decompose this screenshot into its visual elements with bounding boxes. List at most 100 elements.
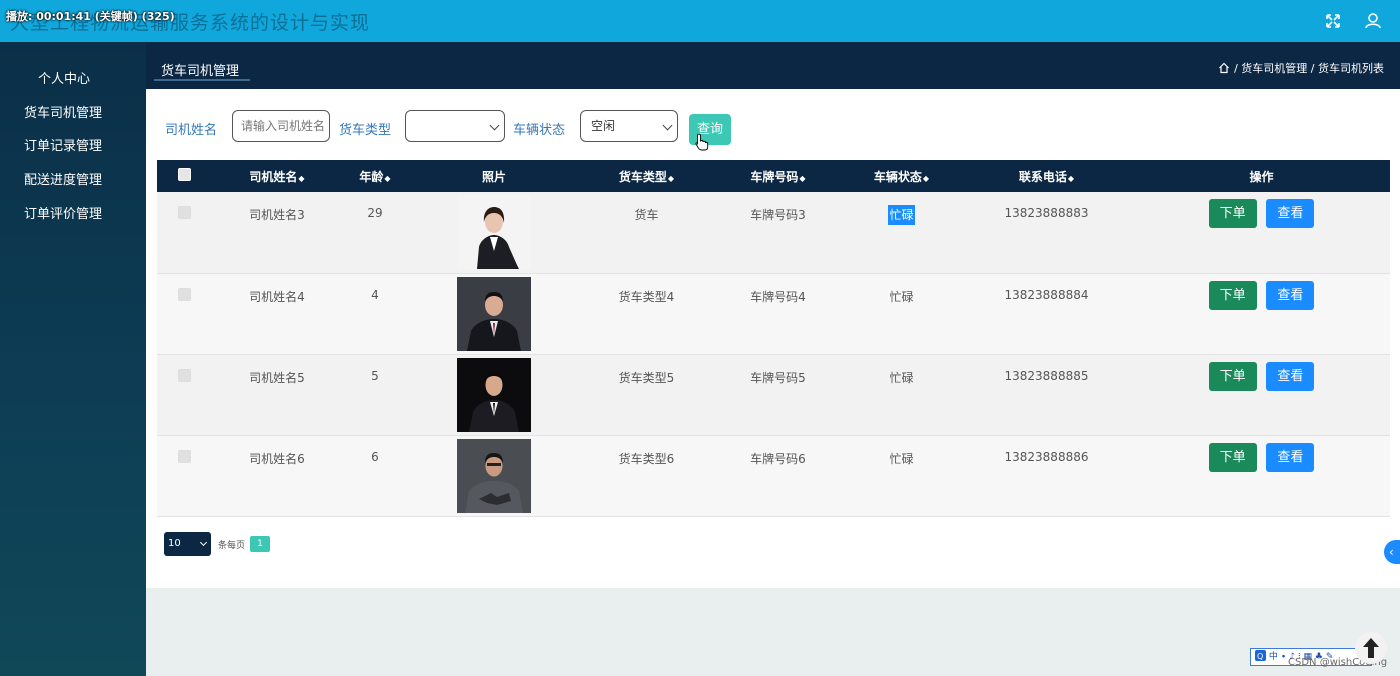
table-header-row: 司机姓名◆ 年龄◆ 照片 货车类型◆ 车牌号码◆ 车辆状态◆ 联系电话◆ 操作 [157,160,1390,192]
plate-cell: 车牌号码3 [713,192,843,274]
svg-text:Q: Q [1257,652,1263,661]
driver-name-cell: 司机姓名5 [212,354,342,436]
sidebar-item-label: 配送进度管理 [24,173,103,188]
chevron-down-icon [199,538,208,547]
page-button-current[interactable]: 1 [250,536,270,552]
status-cell: 忙碌 [843,192,960,274]
driver-name-cell: 司机姓名3 [212,192,342,274]
column-header[interactable]: 联系电话◆ [960,160,1133,192]
sidebar-item-label: 订单记录管理 [24,139,103,154]
table-row: 司机姓名3 29 货车 车牌号码3 忙碌 13823888883 下单 查看 [157,192,1390,274]
main-content: 司机姓名 请输入司机姓名 货车类型 车辆状态 空闲 查询 司机姓名◆ 年龄◆ 照… [146,89,1400,588]
driver-name-cell: 司机姓名6 [212,435,342,517]
fullscreen-icon[interactable] [1322,10,1344,32]
driver-photo [457,438,531,513]
row-checkbox[interactable] [178,287,191,301]
sidebar: 个人中心 货车司机管理 订单记录管理 配送进度管理 订单评价管理 [0,42,146,676]
per-page-label: 条每页 [218,541,246,551]
chevron-left-icon: ‹ [1389,545,1394,559]
tab-active-indicator [154,79,250,81]
sort-icon[interactable]: ◆ [923,174,929,183]
row-checkbox[interactable] [178,368,191,382]
column-header[interactable]: 司机姓名◆ [212,160,342,192]
truck-type-label: 货车类型 [339,123,392,138]
tab-driver-management[interactable]: 货车司机管理 [161,60,239,79]
home-icon[interactable] [1218,62,1230,74]
status-cell: 忙碌 [843,354,960,436]
row-checkbox[interactable] [178,449,191,463]
driver-photo [457,276,531,351]
view-button[interactable]: 查看 [1266,199,1315,228]
chevron-down-icon [662,120,673,131]
phone-cell: 13823888883 [960,192,1133,274]
vehicle-status-select[interactable]: 空闲 [580,110,678,142]
truck-type-select[interactable] [405,110,505,142]
select-all-checkbox[interactable] [178,168,191,181]
content-header: 货车司机管理 / 货车司机管理 / 货车司机列表 [146,42,1400,89]
truck-type-cell: 货车类型6 [580,435,713,517]
top-bar: 大型工程物流运输服务系统的设计与实现 播放: 00:01:41 (关键帧) (3… [0,0,1400,42]
phone-cell: 13823888884 [960,273,1133,355]
view-button[interactable]: 查看 [1266,442,1315,472]
age-cell: 5 [342,354,408,436]
order-button[interactable]: 下单 [1208,442,1257,472]
breadcrumb: / 货车司机管理 / 货车司机列表 [1218,60,1384,76]
table-row: 司机姓名5 5 货车类型5 车牌号码5 忙碌 13823888885 下单 查看 [157,354,1390,436]
driver-name-cell: 司机姓名4 [212,273,342,355]
plate-cell: 车牌号码5 [713,354,843,436]
status-cell: 忙碌 [843,273,960,355]
age-cell: 4 [342,273,408,355]
sort-icon[interactable]: ◆ [298,174,304,183]
status-badge: 忙碌 [888,205,915,225]
driver-name-input[interactable]: 请输入司机姓名 [232,110,330,142]
plate-cell: 车牌号码6 [713,435,843,517]
sidebar-item-label: 个人中心 [38,72,91,87]
actions-cell: 下单 查看 [1133,273,1390,355]
column-header[interactable]: 车辆状态◆ [843,160,960,192]
sidebar-item-order-reviews[interactable]: 订单评价管理 [0,199,146,223]
sidebar-item-profile[interactable]: 个人中心 [0,64,146,88]
breadcrumb-path: / 货车司机管理 / 货车司机列表 [1234,62,1384,75]
arrow-up-icon [1363,638,1379,658]
back-to-top-button[interactable] [1355,632,1387,664]
truck-type-cell: 货车 [580,192,713,274]
page-size-select[interactable]: 10 [164,532,211,556]
chevron-down-icon [489,120,500,131]
sidebar-item-order-records[interactable]: 订单记录管理 [0,131,146,155]
sidebar-item-label: 订单评价管理 [24,207,103,222]
ime-logo-icon: Q [1255,650,1266,661]
view-button[interactable]: 查看 [1266,280,1315,310]
truck-type-cell: 货车类型4 [580,273,713,355]
order-button[interactable]: 下单 [1208,199,1257,228]
column-header[interactable]: 车牌号码◆ [713,160,843,192]
driver-table: 司机姓名◆ 年龄◆ 照片 货车类型◆ 车牌号码◆ 车辆状态◆ 联系电话◆ 操作 … [157,160,1390,517]
sort-icon[interactable]: ◆ [1068,174,1074,183]
view-button[interactable]: 查看 [1266,361,1315,391]
column-header[interactable]: 年龄◆ [342,160,408,192]
table-row: 司机姓名6 6 货车类型6 车牌号码6 忙碌 13823888886 下单 查看 [157,435,1390,517]
sidebar-item-driver-management[interactable]: 货车司机管理 [0,98,146,122]
sort-icon[interactable]: ◆ [668,174,674,183]
row-checkbox[interactable] [178,206,191,219]
status-cell: 忙碌 [843,435,960,517]
user-icon[interactable] [1362,10,1384,32]
column-header: 操作 [1249,169,1274,184]
order-button[interactable]: 下单 [1208,280,1257,310]
sidebar-item-delivery-progress[interactable]: 配送进度管理 [0,165,146,189]
actions-cell: 下单 查看 [1133,354,1390,436]
sort-icon[interactable]: ◆ [799,174,805,183]
phone-cell: 13823888886 [960,435,1133,517]
age-cell: 6 [342,435,408,517]
column-header[interactable]: 货车类型◆ [580,160,713,192]
order-button[interactable]: 下单 [1208,361,1257,391]
vehicle-status-label: 车辆状态 [513,123,566,138]
driver-photo [457,357,531,432]
plate-cell: 车牌号码4 [713,273,843,355]
column-header: 照片 [481,169,506,184]
recording-overlay: 播放: 00:01:41 (关键帧) (325) [6,10,175,23]
driver-name-placeholder: 请输入司机姓名 [241,119,326,133]
vehicle-status-value: 空闲 [591,119,616,133]
actions-cell: 下单 查看 [1133,192,1390,274]
sort-icon[interactable]: ◆ [384,174,390,183]
actions-cell: 下单 查看 [1133,435,1390,517]
